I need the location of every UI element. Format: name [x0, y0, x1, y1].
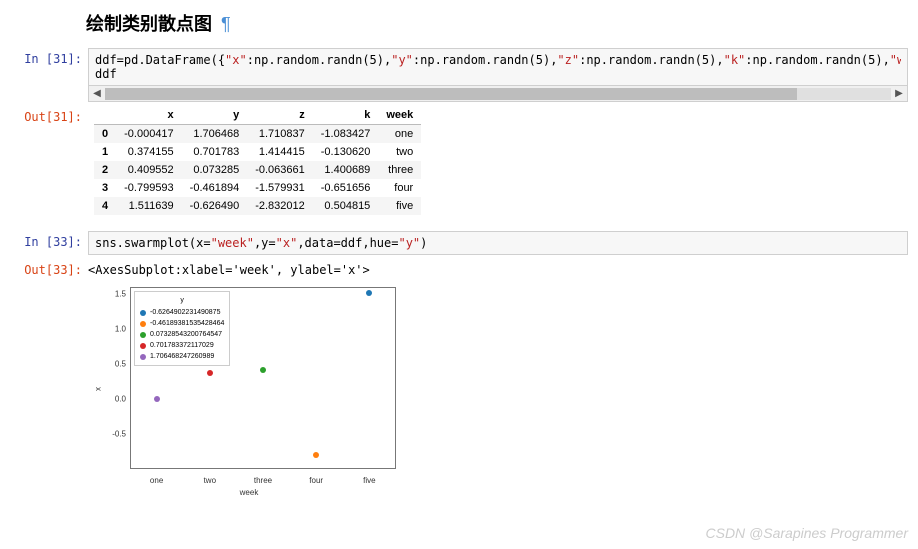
table-row: 41.511639-0.626490-2.8320120.504815five — [94, 197, 421, 215]
y-tick: 1.0 — [96, 325, 126, 334]
legend-swatch-icon — [140, 354, 146, 360]
x-tick: one — [150, 476, 163, 485]
chart-legend: y -0.6264902231490875-0.4618938153542846… — [134, 291, 230, 366]
data-point — [260, 367, 266, 373]
code-area-33[interactable]: sns.swarmplot(x="week",y="x",data=ddf,hu… — [88, 231, 908, 255]
legend-label: 0.07328543200764547 — [150, 329, 222, 340]
legend-label: 0.701783372117029 — [150, 340, 214, 351]
legend-item: -0.46189381535428464 — [140, 318, 224, 329]
table-row: 20.4095520.073285-0.0636611.400689three — [94, 161, 421, 179]
legend-swatch-icon — [140, 321, 146, 327]
scroll-thumb[interactable] — [105, 88, 797, 100]
y-tick: -0.5 — [96, 430, 126, 439]
code-line: sns.swarmplot(x="week",y="x",data=ddf,hu… — [95, 236, 901, 250]
x-tick: two — [204, 476, 216, 485]
legend-item: -0.6264902231490875 — [140, 307, 224, 318]
section-heading: 绘制类别散点图 ¶ — [86, 10, 908, 36]
in-prompt-31: In [31]: — [10, 48, 88, 102]
legend-swatch-icon — [140, 343, 146, 349]
legend-item: 1.706468247260989 — [140, 351, 224, 362]
horizontal-scrollbar[interactable]: ◀ ▶ — [88, 86, 908, 102]
data-point — [207, 370, 213, 376]
x-tick: five — [363, 476, 375, 485]
x-axis-label: week — [240, 488, 259, 497]
data-point — [313, 452, 319, 458]
y-tick: 0.5 — [96, 360, 126, 369]
data-point — [154, 396, 160, 402]
legend-label: 1.706468247260989 — [150, 351, 214, 362]
table-row: 0-0.0004171.7064681.710837-1.083427one — [94, 125, 421, 144]
watermark: CSDN @Sarapines Programmer — [706, 525, 909, 541]
legend-item: 0.07328543200764547 — [140, 329, 224, 340]
out-prompt-31: Out[31]: — [10, 106, 88, 215]
data-point — [366, 290, 372, 296]
input-cell-31: In [31]: ddf=pd.DataFrame({"x":np.random… — [10, 48, 908, 102]
out-prompt-33: Out[33]: — [10, 259, 88, 499]
y-tick: 1.5 — [96, 290, 126, 299]
code-area-31[interactable]: ddf=pd.DataFrame({"x":np.random.randn(5)… — [88, 48, 908, 102]
table-header-row: x y z k week — [94, 106, 421, 125]
heading-text: 绘制类别散点图 — [86, 14, 212, 34]
output-cell-33: Out[33]: <AxesSubplot:xlabel='week', yla… — [10, 259, 908, 499]
x-tick: three — [254, 476, 272, 485]
scroll-left-icon[interactable]: ◀ — [89, 88, 105, 99]
legend-swatch-icon — [140, 332, 146, 338]
legend-label: -0.46189381535428464 — [150, 318, 224, 329]
table-row: 3-0.799593-0.461894-1.579931-0.651656fou… — [94, 179, 421, 197]
y-tick: 0.0 — [96, 395, 126, 404]
code-line-2: ddf — [95, 67, 901, 81]
heading-anchor-icon[interactable]: ¶ — [221, 14, 231, 34]
scroll-right-icon[interactable]: ▶ — [891, 88, 907, 99]
output-cell-31: Out[31]: x y z k week 0-0.0004171.706468… — [10, 106, 908, 215]
legend-item: 0.701783372117029 — [140, 340, 224, 351]
scroll-track[interactable] — [105, 88, 891, 100]
swarmplot-chart: x week y -0.6264902231490875-0.461893815… — [94, 279, 404, 499]
x-tick: four — [309, 476, 323, 485]
legend-label: -0.6264902231490875 — [150, 307, 220, 318]
table-row: 10.3741550.7017831.414415-0.130620two — [94, 143, 421, 161]
code-box[interactable]: ddf=pd.DataFrame({"x":np.random.randn(5)… — [88, 48, 908, 86]
y-axis-label: x — [94, 387, 103, 391]
code-box[interactable]: sns.swarmplot(x="week",y="x",data=ddf,hu… — [88, 231, 908, 255]
code-line-1: ddf=pd.DataFrame({"x":np.random.randn(5)… — [95, 53, 901, 67]
legend-title: y — [140, 295, 224, 306]
output-repr: <AxesSubplot:xlabel='week', ylabel='x'> — [88, 259, 908, 279]
input-cell-33: In [33]: sns.swarmplot(x="week",y="x",da… — [10, 231, 908, 255]
dataframe-table: x y z k week 0-0.0004171.7064681.710837-… — [94, 106, 421, 215]
in-prompt-33: In [33]: — [10, 231, 88, 255]
legend-swatch-icon — [140, 310, 146, 316]
